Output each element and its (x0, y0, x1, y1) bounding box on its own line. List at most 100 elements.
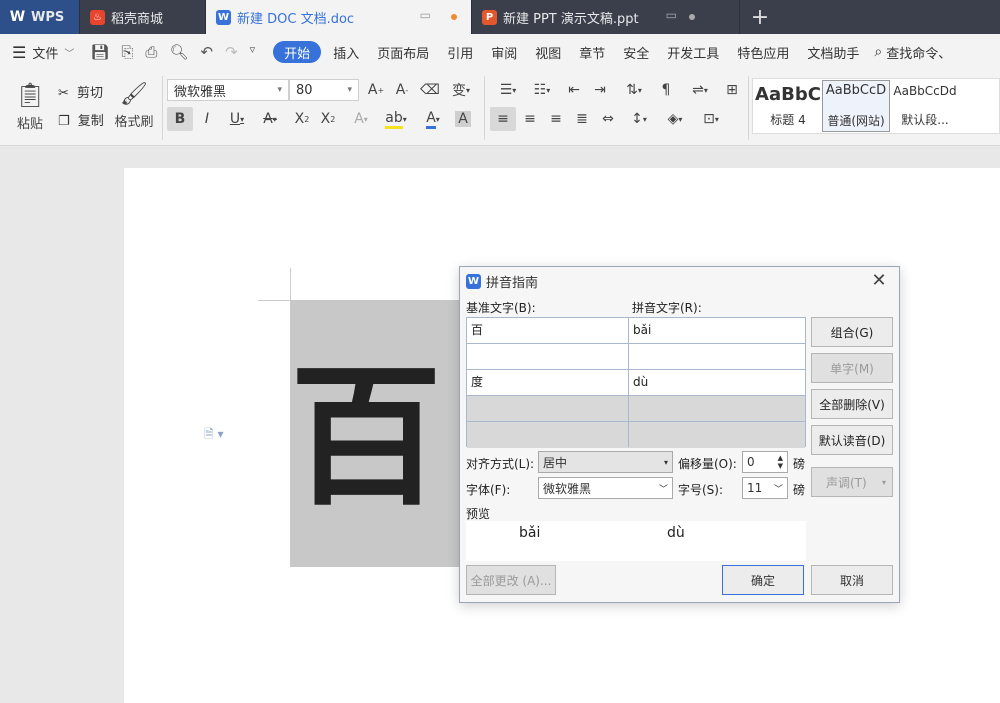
tab-wps-home[interactable]: W WPS (0, 0, 80, 34)
increase-indent-button[interactable]: ⇥ (588, 79, 612, 101)
copy-button[interactable]: ❐ 复制 (58, 110, 104, 129)
ruby-text-cell[interactable]: dù (629, 370, 807, 395)
numbering-button[interactable]: ☷ ▾ (526, 79, 558, 101)
menu-review[interactable]: 审阅 (482, 41, 526, 63)
spinner-arrows-icon[interactable]: ▲ ▼ (778, 454, 783, 470)
paragraph-options-icon[interactable]: 🗎︎ ▾ (204, 425, 224, 446)
base-text-cell[interactable]: 百 (467, 318, 629, 343)
menu-doc-assistant[interactable]: 文档助手 (798, 41, 868, 63)
clear-format-icon[interactable]: ⌫ (418, 79, 442, 101)
tab-label: 稻壳商城 (111, 11, 164, 27)
ruby-text-label: 拼音文字(R): (632, 301, 702, 315)
align-center-button[interactable]: ≡ (518, 107, 542, 131)
menu-insert[interactable]: 插入 (324, 41, 368, 63)
font-size-combo[interactable]: 80 ▾ (289, 79, 359, 101)
borders-button[interactable]: ⊡ ▾ (696, 107, 726, 131)
bold-button[interactable]: B (167, 107, 193, 131)
redo-icon[interactable]: ↷ (225, 43, 238, 61)
save-icon[interactable]: 💾︎ (90, 43, 109, 61)
size-combo[interactable]: 11 ﹀ (742, 477, 788, 499)
monitor-icon[interactable]: ▭ (420, 8, 431, 22)
default-reading-button[interactable]: 默认读音(D) (811, 425, 893, 455)
file-menu-button[interactable]: ☰ 文件 ﹀ (12, 43, 74, 62)
menu-features[interactable]: 特色应用 (728, 41, 798, 63)
style-name: 普通(网站) (827, 114, 885, 128)
distribute-button[interactable]: ⇔ (596, 107, 620, 131)
style-heading-4[interactable]: AaBbC 标题 4 (754, 82, 822, 130)
tab-ppt[interactable]: P 新建 PPT 演示文稿.ppt ▭ (472, 0, 740, 34)
close-icon[interactable]: ✕ (869, 271, 889, 291)
apply-all-button[interactable]: 全部更改 (A)... (466, 565, 556, 595)
tab-bar: W WPS ♨ 稻壳商城 W 新建 DOC 文档.doc ▭ P 新建 PPT … (0, 0, 1000, 34)
style-default-paragraph[interactable]: AaBbCcDd 默认段... (892, 82, 958, 130)
tone-button[interactable]: 声调(T) ▾ (811, 467, 893, 497)
underline-button[interactable]: U ▾ (222, 107, 252, 131)
paragraph-spacing-button[interactable]: ↕ ▾ (624, 107, 654, 131)
group-button[interactable]: 组合(G) (811, 317, 893, 347)
justify-button[interactable]: ≣ (570, 107, 594, 131)
menu-view[interactable]: 视图 (526, 41, 570, 63)
customize-chevron-icon[interactable]: ▿ (250, 43, 256, 61)
menu-references[interactable]: 引用 (438, 41, 482, 63)
single-char-button[interactable]: 单字(M) (811, 353, 893, 383)
document-character[interactable]: 百 (290, 352, 442, 524)
show-marks-button[interactable]: ¶ (654, 79, 678, 101)
base-text-cell[interactable]: 度 (467, 370, 629, 395)
scissors-icon: ✂ (58, 86, 69, 101)
new-tab-button[interactable]: + (740, 0, 780, 34)
tab-doc-active[interactable]: W 新建 DOC 文档.doc ▭ (206, 0, 472, 34)
alignment-select[interactable]: 居中 ▾ (538, 451, 673, 473)
text-effect-button[interactable]: A ▾ (346, 107, 376, 131)
bullets-button[interactable]: ☰ ▾ (492, 79, 524, 101)
style-sample: AaBbCcDd (893, 84, 957, 98)
char-shading-button[interactable]: A (452, 107, 474, 131)
base-text-cell (467, 396, 629, 421)
undo-icon[interactable]: ↶ (200, 43, 213, 61)
size-value[interactable]: 11 (747, 481, 762, 495)
menu-security[interactable]: 安全 (614, 41, 658, 63)
menu-home[interactable]: 开始 (273, 41, 322, 63)
menu-developer[interactable]: 开发工具 (658, 41, 728, 63)
table-icon[interactable]: ⊞ (720, 79, 744, 101)
sort-button[interactable]: ⇅ ▾ (618, 79, 650, 101)
print-icon[interactable]: ⎙ (145, 43, 157, 61)
font-name-combo[interactable]: 微软雅黑 ▾ (167, 79, 289, 101)
monitor-icon[interactable]: ▭ (666, 8, 677, 22)
base-text-cell[interactable] (467, 344, 629, 369)
clear-all-button[interactable]: 全部删除(V) (811, 389, 893, 419)
cancel-button[interactable]: 取消 (811, 565, 893, 595)
menu-section[interactable]: 章节 (570, 41, 614, 63)
paste-button[interactable]: 📋︎ 粘贴 (10, 76, 50, 136)
shrink-font-button[interactable]: A- (390, 79, 414, 101)
font-select[interactable]: 微软雅黑 ﹀ (538, 477, 673, 499)
pinyin-guide-icon[interactable]: 变 ▾ (446, 79, 476, 101)
ok-button[interactable]: 确定 (722, 565, 804, 595)
output-pdf-icon[interactable]: ⎘ (121, 43, 133, 61)
cut-button[interactable]: ✂ 剪切 (58, 82, 103, 101)
alignment-label: 对齐方式(L): (466, 457, 535, 471)
decrease-indent-button[interactable]: ⇤ (562, 79, 586, 101)
subscript-button[interactable]: X2 (316, 107, 340, 131)
highlight-button[interactable]: ab ▾ (380, 107, 412, 131)
alignment-value: 居中 (543, 455, 568, 470)
shading-button[interactable]: ◈ ▾ (660, 107, 690, 131)
strikethrough-button[interactable]: A ▾ (255, 107, 285, 131)
format-painter-button[interactable]: 🖌︎ 格式刷 (112, 76, 156, 136)
tab-docer-store[interactable]: ♨ 稻壳商城 (80, 0, 206, 34)
line-spacing-button[interactable]: ⇌ ▾ (684, 79, 716, 101)
ruby-text-cell[interactable] (629, 344, 807, 369)
style-normal-web[interactable]: AaBbCcD 普通(网站) (822, 80, 890, 132)
command-search[interactable]: ⌕ 查找命令、 (874, 43, 951, 62)
ruby-text-cell[interactable]: bǎi (629, 318, 807, 343)
align-right-button[interactable]: ≡ (544, 107, 568, 131)
table-row (467, 422, 805, 448)
ruby-text-cell (629, 396, 807, 421)
menu-page-layout[interactable]: 页面布局 (368, 41, 438, 63)
font-color-button[interactable]: A ▾ (418, 107, 448, 131)
italic-button[interactable]: I (195, 107, 219, 131)
offset-spinner[interactable]: 0 ▲ ▼ (742, 451, 788, 473)
grow-font-button[interactable]: A + (364, 79, 388, 101)
superscript-button[interactable]: X2 (290, 107, 314, 131)
print-preview-icon[interactable]: 🔍︎ (169, 43, 188, 61)
align-left-button[interactable]: ≡ (490, 107, 516, 131)
